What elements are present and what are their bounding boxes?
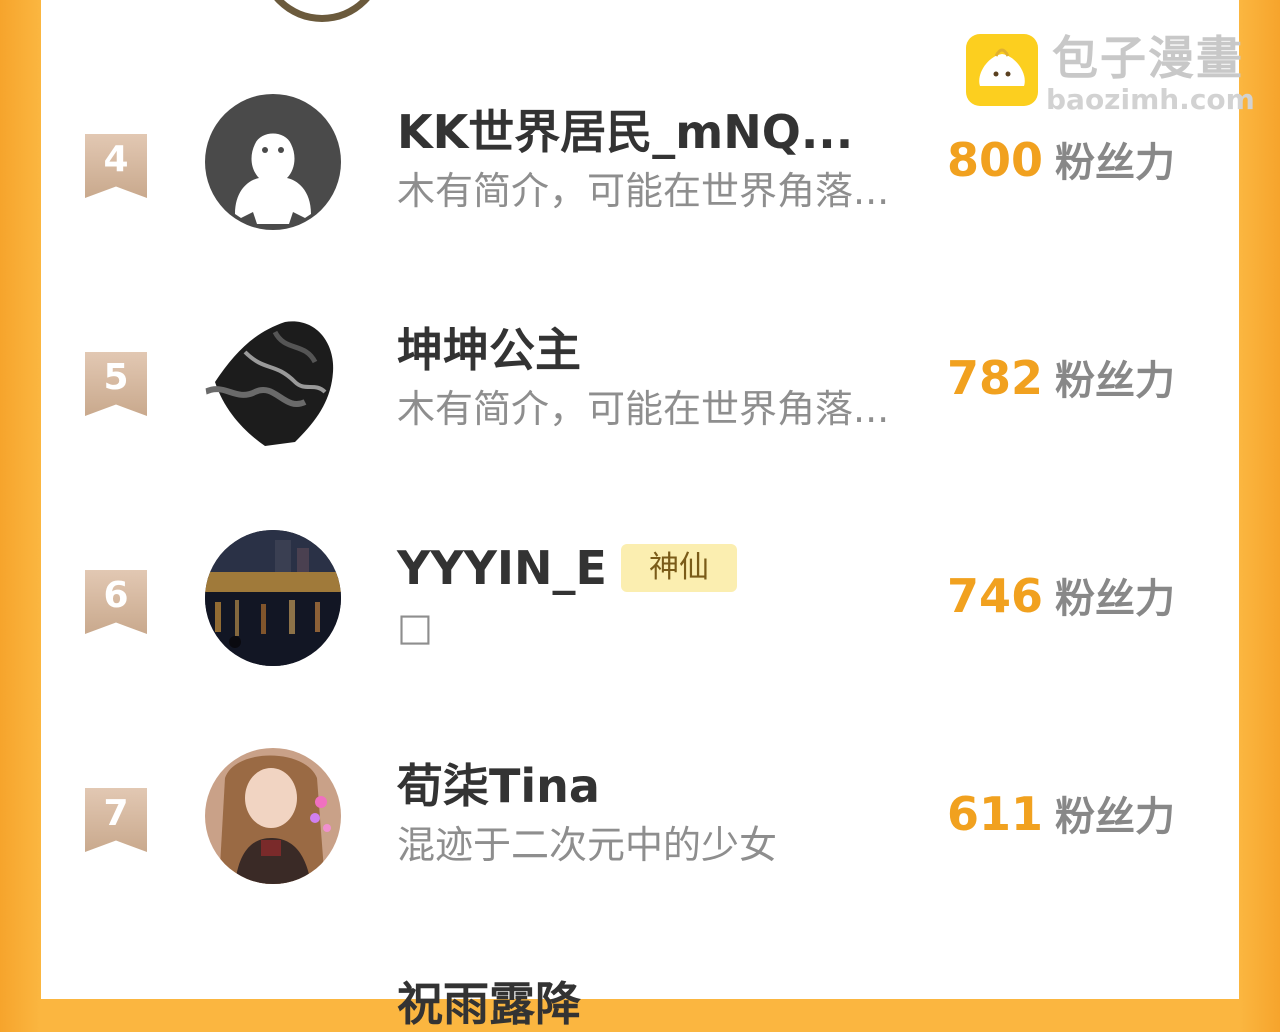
next-user-name-partial[interactable]: 祝雨露降 bbox=[397, 976, 581, 1032]
user-avatar[interactable] bbox=[205, 94, 341, 230]
fans-label: 粉丝力 bbox=[1055, 794, 1176, 840]
fans-count: 611 bbox=[947, 787, 1044, 841]
fans-label: 粉丝力 bbox=[1055, 576, 1176, 622]
fans-count: 746 bbox=[947, 569, 1044, 623]
fans-score: 800 粉丝力 bbox=[947, 130, 1175, 201]
watermark-title: 包子漫畫 bbox=[1052, 31, 1244, 85]
baozi-logo-icon bbox=[966, 34, 1038, 106]
ranking-row[interactable]: 6 YYYIN_E 神仙 □ 746 粉丝力 bbox=[41, 530, 1239, 670]
fans-score: 746 粉丝力 bbox=[947, 566, 1175, 637]
user-avatar[interactable] bbox=[205, 748, 341, 884]
watermark: 包子漫畫 baozimh.com bbox=[966, 31, 1266, 118]
fans-score: 782 粉丝力 bbox=[947, 348, 1175, 419]
dark-ink-avatar-image bbox=[205, 312, 341, 448]
user-name[interactable]: 坤坤公主 bbox=[397, 322, 581, 378]
fans-score: 611 粉丝力 bbox=[947, 784, 1175, 855]
fans-count: 800 bbox=[947, 133, 1044, 187]
title-badge: 神仙 bbox=[620, 543, 737, 592]
ranking-row[interactable]: 5 坤坤公主 木有简介，可能在世界角落... 782 粉丝力 bbox=[41, 312, 1239, 452]
fans-label: 粉丝力 bbox=[1055, 140, 1176, 186]
user-bio: 木有简介，可能在世界角落... bbox=[397, 169, 890, 213]
fans-label: 粉丝力 bbox=[1055, 358, 1176, 404]
night-river-avatar-image bbox=[205, 530, 341, 666]
rank-badge: 4 bbox=[85, 134, 147, 198]
watermark-url: baozimh.com bbox=[1046, 83, 1255, 116]
rank-badge: 7 bbox=[85, 788, 147, 852]
user-bio: □ bbox=[397, 605, 433, 649]
rank-badge: 5 bbox=[85, 352, 147, 416]
user-avatar[interactable] bbox=[205, 530, 341, 666]
previous-user-avatar[interactable] bbox=[259, 0, 385, 22]
user-avatar[interactable] bbox=[205, 312, 341, 448]
user-bio: 混迹于二次元中的少女 bbox=[397, 823, 778, 867]
ranking-panel: 4 KK世界居民_mNQ... 木有简介，可能在世界角落... 800 粉丝力 5 bbox=[41, 0, 1239, 1031]
fans-count: 782 bbox=[947, 351, 1044, 405]
user-name[interactable]: 荀柒Tina bbox=[397, 758, 600, 814]
girl-photo-avatar-image bbox=[205, 748, 341, 884]
user-name[interactable]: YYYIN_E 神仙 bbox=[397, 540, 737, 596]
user-name[interactable]: KK世界居民_mNQ... bbox=[397, 104, 853, 160]
rank-badge: 6 bbox=[85, 570, 147, 634]
user-bio: 木有简介，可能在世界角落... bbox=[397, 387, 890, 431]
ranking-row[interactable]: 7 荀柒Tina 混迹于二次元中的少女 611 粉丝力 bbox=[41, 748, 1239, 888]
default-ghost-icon bbox=[205, 94, 341, 230]
